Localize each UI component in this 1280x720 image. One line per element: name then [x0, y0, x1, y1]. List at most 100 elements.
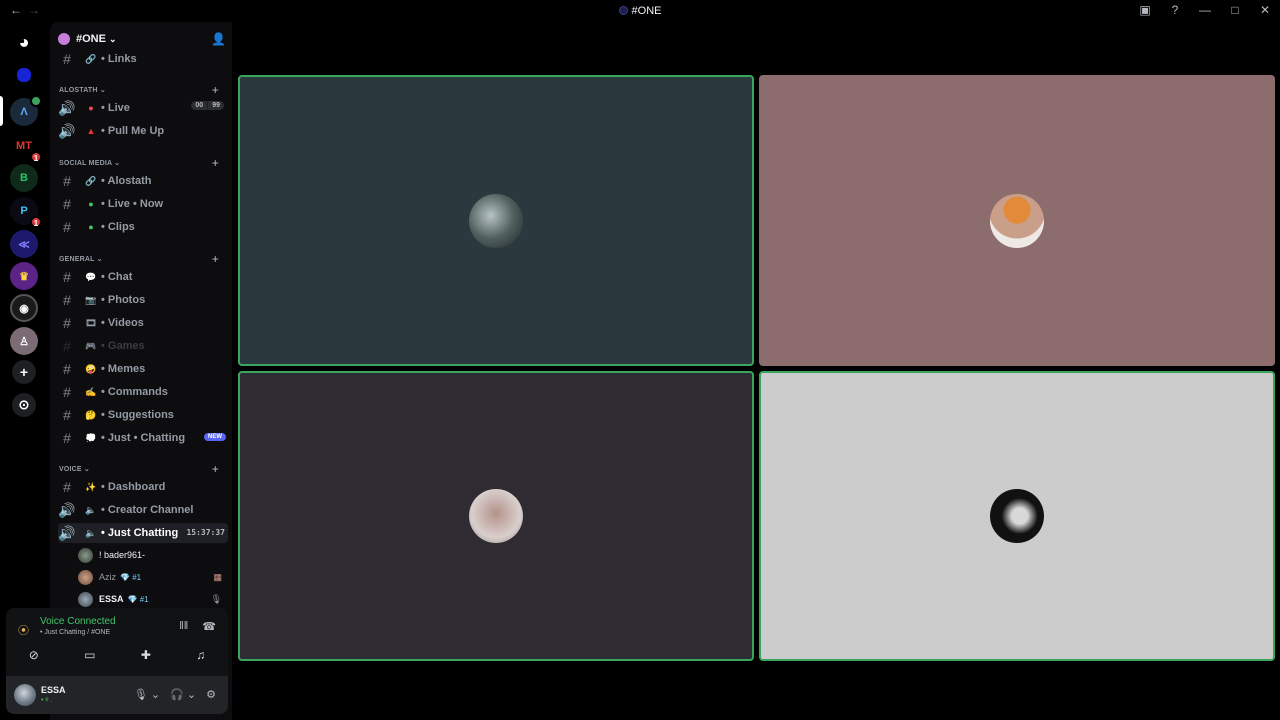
add-channel-icon[interactable]: +	[212, 252, 219, 266]
user-name: ! bader961-	[99, 550, 146, 560]
game-icon: 🎮	[85, 340, 97, 351]
voice-user[interactable]: Aziz 💎 #1 ▦	[78, 567, 226, 587]
user-limit-badge: 00 99	[191, 101, 224, 110]
user-name[interactable]: ESSA	[41, 685, 66, 695]
participant-avatar	[990, 193, 1044, 248]
voice-active-icon: 🔊	[58, 524, 76, 541]
window-title: #ONE	[0, 5, 1280, 17]
camera-icon: 📷	[85, 294, 97, 305]
channel-label: • Memes	[101, 363, 146, 375]
sparkles-icon: ✨	[85, 481, 97, 492]
participant-tile[interactable]	[759, 75, 1275, 366]
window-title-text: #ONE	[631, 5, 662, 17]
add-channel-icon[interactable]: +	[212, 462, 219, 476]
server-header[interactable]: #ONE ⌄ 👤	[58, 30, 226, 48]
noise-suppression-icon[interactable]: ‖‖	[179, 620, 188, 633]
category-voice[interactable]: VOICE ⌄ +	[59, 462, 229, 477]
inbox-icon[interactable]: ▣	[1138, 3, 1152, 17]
new-badge: NEW	[204, 433, 226, 441]
participant-tile[interactable]	[238, 371, 754, 661]
count-current: 00	[195, 102, 204, 109]
category-label: SOCIAL MEDIA ⌄	[59, 160, 121, 167]
hash-icon: #	[63, 315, 71, 331]
signal-icon[interactable]: ⦿	[18, 622, 29, 638]
mic-icon[interactable]: 🎙 ⌄	[134, 688, 160, 701]
discover-icon[interactable]: ⊙	[12, 393, 36, 417]
speaker-icon: 🔈	[85, 504, 97, 515]
user-tag: 💎 #1	[120, 572, 142, 582]
speaker-icon: 🔊	[58, 99, 76, 116]
soundboard-icon[interactable]: ♫	[196, 648, 205, 662]
voice-connected-title[interactable]: Voice Connected	[40, 616, 116, 627]
channel-videos[interactable]: # 🎞 • Videos	[58, 313, 228, 333]
voice-channel-path[interactable]: • Just Chatting / #ONE	[40, 629, 110, 636]
server-icon-purple[interactable]: ≪	[10, 230, 38, 258]
disconnect-icon[interactable]: ☎	[202, 620, 216, 633]
add-channel-icon[interactable]: +	[212, 156, 219, 170]
channel-games[interactable]: # 🎮 • Games	[58, 336, 228, 356]
server-icon-p[interactable]: P1	[10, 197, 42, 228]
invite-icon[interactable]: 👤	[211, 32, 226, 46]
discord-home-icon[interactable]: ◕	[10, 28, 38, 56]
server-icon-alostath[interactable]: Λ	[10, 95, 42, 126]
participant-tile[interactable]	[759, 371, 1275, 661]
channel-live-now[interactable]: # ● • Live • Now	[58, 194, 228, 214]
channel-clips[interactable]: # ● • Clips	[58, 217, 228, 237]
channel-commands[interactable]: # ✍ • Commands	[58, 382, 228, 402]
server-icon-blue[interactable]	[17, 68, 31, 82]
participant-tile[interactable]	[238, 75, 754, 366]
mic-icon: 🎙	[210, 593, 222, 604]
channel-memes[interactable]: # 🤪 • Memes	[58, 359, 228, 379]
minimize-icon[interactable]: —	[1198, 3, 1212, 17]
thinking-icon: 🤔	[85, 409, 97, 420]
channel-links[interactable]: # 🔗 • Links	[58, 49, 228, 69]
channel-alostath[interactable]: # 🔗 • Alostath	[58, 171, 228, 191]
hash-icon: #	[63, 51, 71, 67]
channel-just-chatting-text[interactable]: # 💭 • Just • Chatting NEW	[58, 428, 228, 448]
close-icon[interactable]: ✕	[1258, 3, 1272, 17]
hash-icon: #	[63, 407, 71, 423]
channel-live[interactable]: 🔊 ● • Live 00 99	[58, 98, 228, 118]
category-label: ALOSTATH ⌄	[59, 87, 106, 94]
channel-label: • Links	[101, 53, 137, 65]
channel-creator[interactable]: 🔊 🔈 • Creator Channel	[58, 500, 228, 520]
server-icon-green[interactable]: B	[10, 164, 38, 192]
count-max: 99	[207, 101, 224, 110]
server-avatar	[58, 33, 70, 45]
category-alostath[interactable]: ALOSTATH ⌄ +	[59, 83, 229, 98]
avatar	[78, 547, 93, 563]
voice-user[interactable]: ESSA 💎 #1 🎙	[78, 589, 226, 609]
share-screen-icon[interactable]: ▭	[84, 648, 95, 662]
server-icon-mask[interactable]: ◉	[10, 294, 38, 322]
hash-icon: #	[63, 269, 71, 285]
mention-badge: 1	[30, 151, 42, 163]
voice-user[interactable]: ! bader961-	[78, 545, 226, 565]
headset-icon[interactable]: 🎧 ⌄	[170, 688, 196, 701]
help-icon[interactable]: ?	[1168, 3, 1182, 17]
user-avatar[interactable]	[14, 684, 36, 706]
user-name: Aziz	[99, 572, 117, 582]
channel-pull-me-up[interactable]: 🔊 ▲ • Pull Me Up	[58, 121, 228, 141]
speech-bubble-icon: 💬	[85, 271, 97, 282]
category-general[interactable]: GENERAL ⌄ +	[59, 252, 229, 267]
triangle-icon: ▲	[86, 126, 96, 136]
server-icon-person[interactable]: ♙	[10, 327, 38, 355]
settings-gear-icon[interactable]: ⚙	[206, 688, 216, 701]
add-channel-icon[interactable]: +	[212, 83, 219, 97]
channel-dashboard[interactable]: # ✨ • Dashboard	[58, 477, 228, 497]
channel-photos[interactable]: # 📷 • Photos	[58, 290, 228, 310]
video-off-icon[interactable]: ⊘	[29, 648, 39, 662]
channel-just-chatting-voice[interactable]: 🔊 🔈 • Just Chatting 15:37:37	[58, 523, 228, 543]
server-icon-crown[interactable]: ♛	[10, 262, 38, 290]
title-bar: ←→ #ONE ▣ ? — □ ✕	[0, 0, 1280, 22]
server-icon-mt[interactable]: MT 1	[10, 132, 42, 163]
category-social-media[interactable]: SOCIAL MEDIA ⌄ +	[59, 156, 229, 171]
channel-suggestions[interactable]: # 🤔 • Suggestions	[58, 405, 228, 425]
activities-icon[interactable]: ✚	[141, 648, 151, 662]
category-label: GENERAL ⌄	[59, 256, 103, 263]
add-server-icon[interactable]: +	[12, 360, 36, 384]
participant-avatar	[990, 489, 1044, 543]
channel-chat[interactable]: # 💬 • Chat	[58, 267, 228, 287]
speaker-icon: 🔊	[58, 501, 76, 518]
maximize-icon[interactable]: □	[1228, 3, 1242, 17]
